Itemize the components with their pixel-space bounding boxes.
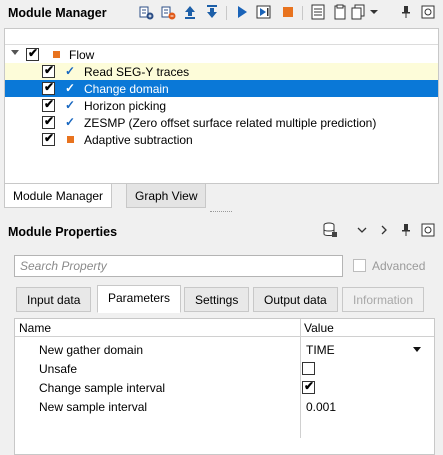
maximize-icon[interactable] (420, 4, 436, 20)
module-label: Horizon picking (84, 99, 167, 113)
toolbar-divider (226, 6, 227, 20)
tab-settings[interactable]: Settings (184, 287, 250, 312)
module-manager-toolbar (0, 4, 443, 22)
run-icon[interactable] (234, 4, 250, 20)
search-property-input[interactable]: Search Property (14, 255, 343, 277)
module-checkbox[interactable]: ✔ (42, 131, 55, 146)
property-name: Unsafe (39, 362, 78, 376)
dropdown-icon[interactable] (366, 4, 382, 20)
pin-icon[interactable] (398, 222, 414, 238)
tree-row-horizon-picking[interactable]: ✔ ✓ Horizon picking (5, 97, 438, 114)
module-label: Read SEG-Y traces (84, 65, 190, 79)
status-done-icon: ✓ (65, 64, 76, 78)
tree-header (5, 29, 438, 45)
module-checkbox[interactable]: ✔ (42, 97, 55, 112)
dropdown-arrow-icon[interactable] (413, 347, 421, 352)
chevron-right-icon[interactable] (376, 222, 392, 238)
add-module-icon[interactable] (138, 4, 154, 20)
property-row-gather-domain[interactable]: New gather domain TIME (15, 340, 434, 359)
maximize-icon[interactable] (420, 222, 436, 238)
unsafe-checkbox[interactable] (302, 362, 315, 375)
toolbar-divider (302, 6, 303, 20)
tab-module-manager[interactable]: Module Manager (4, 184, 113, 208)
module-manager-header: Module Manager (0, 0, 443, 26)
database-icon[interactable] (322, 222, 338, 238)
module-label: ZESMP (Zero offset surface related multi… (84, 116, 377, 130)
flow-tree: ✔ Flow ✔ ✓ Read SEG-Y traces ✔ ✓ Change … (4, 28, 439, 184)
property-row-unsafe[interactable]: Unsafe (15, 359, 434, 378)
property-row-new-sample-interval[interactable]: New sample interval 0.001 (15, 397, 434, 416)
notes-icon[interactable] (310, 4, 326, 20)
chevron-down-icon[interactable] (354, 222, 370, 238)
view-tabs: Module Manager Graph View (0, 184, 443, 208)
flow-checkbox[interactable]: ✔ (26, 46, 39, 61)
move-up-icon[interactable] (182, 4, 198, 20)
property-name: New gather domain (39, 343, 144, 357)
property-name: New sample interval (39, 400, 148, 414)
tree-row-adaptive-subtraction[interactable]: ✔ Adaptive subtraction (5, 131, 438, 148)
status-pending-icon (67, 136, 74, 143)
collapse-icon[interactable] (11, 50, 19, 55)
run-step-icon[interactable] (256, 4, 272, 20)
property-row-change-sample-interval[interactable]: Change sample interval ✔ (15, 378, 434, 397)
status-done-icon: ✓ (65, 98, 76, 112)
property-name: Change sample interval (39, 381, 166, 395)
property-value-select[interactable]: TIME (306, 343, 335, 357)
tree-row-zesmp[interactable]: ✔ ✓ ZESMP (Zero offset surface related m… (5, 114, 438, 131)
property-grid: Name Value New gather domain TIME Unsafe… (14, 318, 435, 455)
module-label: Change domain (84, 82, 169, 96)
tab-input-data[interactable]: Input data (16, 287, 92, 312)
property-value-input[interactable]: 0.001 (306, 400, 336, 414)
column-header-name[interactable]: Name (19, 321, 51, 335)
grid-header: Name Value (15, 319, 434, 337)
copy-icon[interactable] (350, 4, 366, 20)
module-label: Adaptive subtraction (84, 133, 193, 147)
tree-row-change-domain[interactable]: ✔ ✓ Change domain (5, 80, 438, 97)
remove-module-icon[interactable] (160, 4, 176, 20)
stop-icon[interactable] (280, 4, 296, 20)
clipboard-icon[interactable] (332, 4, 348, 20)
move-down-icon[interactable] (204, 4, 220, 20)
status-pending-icon (53, 51, 60, 58)
pin-icon[interactable] (398, 4, 414, 20)
flow-label: Flow (69, 48, 95, 62)
splitter-handle[interactable] (210, 211, 232, 213)
advanced-label: Advanced (372, 259, 426, 273)
module-properties-title: Module Properties (8, 225, 118, 239)
tree-row-read-segy[interactable]: ✔ ✓ Read SEG-Y traces (5, 63, 438, 80)
tab-information: Information (342, 287, 425, 312)
tab-graph-view[interactable]: Graph View (126, 184, 207, 208)
tree-row-flow[interactable]: ✔ Flow (5, 46, 438, 63)
status-done-icon: ✓ (65, 115, 76, 129)
column-header-value[interactable]: Value (304, 321, 334, 335)
status-done-icon: ✓ (65, 81, 76, 95)
module-checkbox[interactable]: ✔ (42, 63, 55, 78)
module-checkbox[interactable]: ✔ (42, 114, 55, 129)
tab-parameters[interactable]: Parameters (97, 285, 182, 313)
module-checkbox[interactable]: ✔ (42, 80, 55, 95)
change-sample-interval-checkbox[interactable]: ✔ (302, 379, 315, 394)
advanced-checkbox[interactable] (353, 259, 366, 272)
tab-output-data[interactable]: Output data (253, 287, 338, 312)
